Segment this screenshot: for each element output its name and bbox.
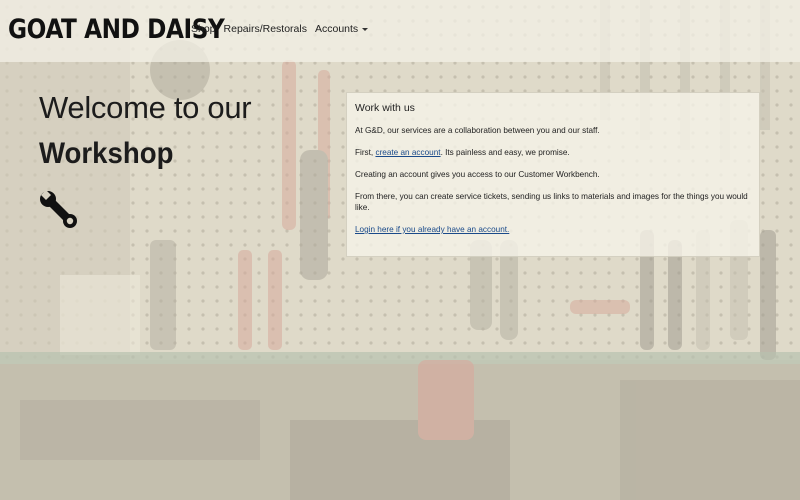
card-paragraph-login: Login here if you already have an accoun… xyxy=(355,224,751,235)
card-paragraph-workbench: Creating an account gives you access to … xyxy=(355,170,600,179)
login-link[interactable]: Login here if you already have an accoun… xyxy=(355,225,509,234)
hero-heading: Welcome to our Workshop xyxy=(39,88,252,228)
hero-title-line2: Workshop xyxy=(39,137,174,170)
card-paragraph-intro: At G&D, our services are a collaboration… xyxy=(355,126,600,135)
card-title: Work with us xyxy=(355,102,415,114)
top-navbar: GOAT AND DAISY Shop Repairs/Restorals Ac… xyxy=(0,0,800,62)
nav-dropdown-accounts[interactable]: Accounts xyxy=(314,23,369,35)
wrench-icon xyxy=(40,190,77,228)
nav-link-repairs-restorals[interactable]: Repairs/Restorals xyxy=(224,23,307,35)
nav-link-shop[interactable]: Shop xyxy=(191,23,216,35)
create-account-prefix: First, xyxy=(355,148,376,157)
create-account-suffix: . Its painless and easy, we promise. xyxy=(440,148,570,157)
card-paragraph-create-account: First, create an account. Its painless a… xyxy=(355,147,751,158)
create-account-link[interactable]: create an account xyxy=(375,148,440,157)
caret-down-icon xyxy=(362,27,369,31)
work-with-us-card: Work with us At G&D, our services are a … xyxy=(346,92,760,257)
nav-dropdown-accounts-label: Accounts xyxy=(314,23,359,35)
card-paragraph-service-tickets: From there, you can create service ticke… xyxy=(355,192,748,212)
nav-links: Shop Repairs/Restorals Accounts xyxy=(191,23,376,35)
hero-title-line1: Welcome to our xyxy=(39,90,252,125)
